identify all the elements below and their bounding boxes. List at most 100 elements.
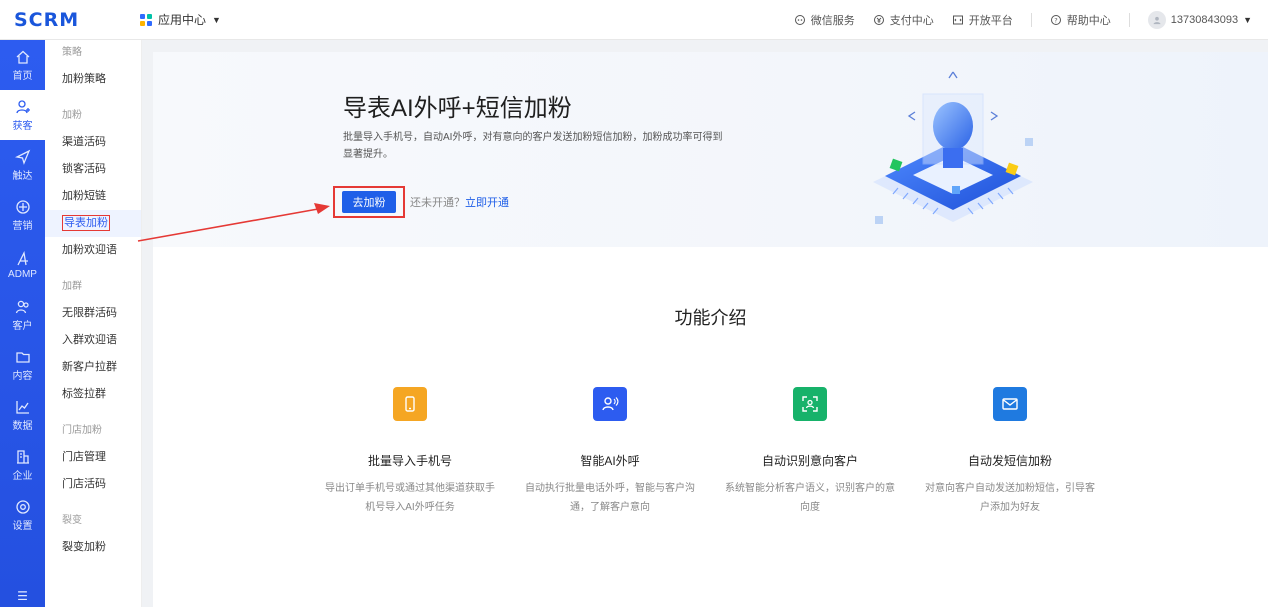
feature-icon-bg xyxy=(993,387,1027,421)
go-add-fans-button[interactable]: 去加粉 xyxy=(342,191,396,213)
menu-item-group-welcome[interactable]: 入群欢迎语 xyxy=(45,327,141,354)
app-center-label: 应用中心 xyxy=(158,13,207,27)
main-content: 导表AI外呼+短信加粉 批量导入手机号，自动AI外呼，对有意向的客户发送加粉短信… xyxy=(153,52,1268,607)
logo[interactable]: SCRM xyxy=(0,9,140,31)
send-icon xyxy=(14,149,30,165)
feature-banner: 导表AI外呼+短信加粉 批量导入手机号，自动AI外呼，对有意向的客户发送加粉短信… xyxy=(153,52,1268,247)
not-activated-text: 还未开通？立即开通 xyxy=(410,194,509,210)
feature-title: 自动识别意向客户 xyxy=(761,454,858,468)
activate-now-link[interactable]: 立即开通 xyxy=(465,197,509,209)
main-nav-rail: 首页 获客 触达 营销 ADMP 客户 内容 数据 企业 设置 ☰ xyxy=(0,40,45,607)
payment-center-link[interactable]: 支付中心 xyxy=(873,12,934,28)
sub-menu: 策略 加粉策略 加粉 渠道活码 锁客活码 加粉短链 导表加粉 加粉欢迎语 加群 … xyxy=(45,40,142,607)
menu-item-import-fans-label: 导表加粉 xyxy=(62,215,110,231)
feature-card: 智能AI外呼 自动执行批量电话外呼，智能与客户沟通，了解客户意向 xyxy=(515,387,705,517)
banner-description: 批量导入手机号，自动AI外呼，对有意向的客户发送加粉短信加粉，加粉成功率可得到显… xyxy=(343,132,723,160)
rail-item-settings[interactable]: 设置 xyxy=(0,490,45,540)
menu-item-unlimited-group-code[interactable]: 无限群活码 xyxy=(45,300,141,327)
feature-card: 批量导入手机号 导出订单手机号或通过其他渠道获取手机号导入AI外呼任务 xyxy=(315,387,505,517)
menu-item-new-customer-group[interactable]: 新客户拉群 xyxy=(45,354,141,381)
menu-item-welcome-msg[interactable]: 加粉欢迎语 xyxy=(45,237,141,264)
folder-icon xyxy=(15,351,30,363)
feature-description: 系统智能分析客户语义，识别客户的意向度 xyxy=(725,483,895,513)
menu-group-fission: 裂变 xyxy=(62,515,82,526)
settings-icon xyxy=(15,499,30,514)
home-icon xyxy=(16,50,29,64)
wechat-service-label: 微信服务 xyxy=(810,14,855,27)
menu-group-strategy: 策略 xyxy=(62,47,82,58)
rail-label: 内容 xyxy=(12,370,33,382)
app-grid-icon xyxy=(140,13,152,26)
rail-item-customers[interactable]: 客户 xyxy=(0,290,45,340)
building-icon xyxy=(16,449,29,464)
payment-icon xyxy=(873,14,884,25)
rail-item-reach[interactable]: 触达 xyxy=(0,140,45,190)
rail-item-home[interactable]: 首页 xyxy=(0,40,45,90)
marketing-icon xyxy=(15,199,30,214)
menu-item-fission-fans[interactable]: 裂变加粉 xyxy=(45,534,141,561)
customers-icon xyxy=(15,300,29,313)
features-title: 功能介绍 xyxy=(674,308,747,328)
rail-label: 数据 xyxy=(12,420,33,432)
caret-down-icon: ▼ xyxy=(212,14,221,25)
wechat-service-link[interactable]: 微信服务 xyxy=(794,12,855,28)
rail-item-marketing[interactable]: 营销 xyxy=(0,190,45,240)
feature-description: 自动执行批量电话外呼，智能与客户沟通，了解客户意向 xyxy=(525,483,695,513)
menu-group-store: 门店加粉 xyxy=(62,425,102,436)
highlight-box: 去加粉 xyxy=(333,186,405,218)
rail-item-enterprise[interactable]: 企业 xyxy=(0,440,45,490)
divider xyxy=(1030,12,1032,27)
feature-card: 自动识别意向客户 系统智能分析客户语义，识别客户的意向度 xyxy=(715,387,905,517)
open-platform-link[interactable]: 开放平台 xyxy=(952,12,1013,28)
menu-item-short-link[interactable]: 加粉短链 xyxy=(45,183,141,210)
user-phone: 13730843093 xyxy=(1170,13,1239,26)
rail-item-admp[interactable]: ADMP xyxy=(0,240,45,290)
mail-icon xyxy=(1002,398,1018,410)
menu-item-store-code[interactable]: 门店活码 xyxy=(45,471,141,498)
rail-label: 触达 xyxy=(12,170,33,182)
rail-item-data[interactable]: 数据 xyxy=(0,390,45,440)
rail-label: ADMP xyxy=(8,268,37,280)
add-user-icon xyxy=(15,99,30,113)
help-icon: ? xyxy=(1050,14,1061,25)
scan-user-icon xyxy=(802,396,818,412)
menu-group-groups: 加群 xyxy=(62,281,82,292)
open-platform-label: 开放平台 xyxy=(968,14,1013,27)
not-activated-label: 还未开通？ xyxy=(410,197,465,209)
ai-chip-illustration xyxy=(873,71,1033,224)
top-bar: SCRM 应用中心 ▼ 微信服务 支付中心 开放平台 ? 帮助中心 137308… xyxy=(0,0,1268,40)
menu-item-store-management[interactable]: 门店管理 xyxy=(45,444,141,471)
feature-title: 批量导入手机号 xyxy=(367,454,452,468)
menu-group-fans: 加粉 xyxy=(62,110,82,121)
menu-item-channel-code[interactable]: 渠道活码 xyxy=(45,129,141,156)
phone-icon xyxy=(405,396,415,412)
help-center-link[interactable]: ? 帮助中心 xyxy=(1050,12,1111,28)
help-center-label: 帮助中心 xyxy=(1066,14,1111,27)
ai-call-icon xyxy=(602,397,619,411)
rail-label: 企业 xyxy=(12,470,33,482)
menu-item-import-fans[interactable]: 导表加粉 xyxy=(45,210,141,237)
rail-label: 设置 xyxy=(12,520,33,532)
wechat-service-icon xyxy=(794,14,805,25)
rail-label: 营销 xyxy=(12,220,33,232)
feature-title: 自动发短信加粉 xyxy=(967,454,1052,468)
user-account-menu[interactable]: 13730843093 ▼ xyxy=(1147,10,1252,29)
feature-title: 智能AI外呼 xyxy=(580,454,640,468)
collapse-menu-icon[interactable]: ☰ xyxy=(0,589,45,603)
admp-icon xyxy=(16,250,28,265)
menu-item-tag-group[interactable]: 标签拉群 xyxy=(45,381,141,408)
menu-item-fan-strategy[interactable]: 加粉策略 xyxy=(45,66,141,93)
feature-description: 对意向客户自动发送加粉短信，引导客户添加为好友 xyxy=(925,483,1095,513)
menu-item-lock-code[interactable]: 锁客活码 xyxy=(45,156,141,183)
payment-center-label: 支付中心 xyxy=(889,14,934,27)
rail-label: 客户 xyxy=(12,320,33,332)
app-center-menu[interactable]: 应用中心 ▼ xyxy=(140,11,221,28)
chart-icon xyxy=(15,400,29,414)
rail-item-content[interactable]: 内容 xyxy=(0,340,45,390)
feature-icon-bg xyxy=(593,387,627,421)
rail-item-acquire[interactable]: 获客 xyxy=(0,90,45,140)
svg-text:?: ? xyxy=(1054,16,1057,24)
user-icon xyxy=(1153,16,1161,24)
feature-icon-bg xyxy=(793,387,827,421)
divider xyxy=(1128,12,1130,27)
